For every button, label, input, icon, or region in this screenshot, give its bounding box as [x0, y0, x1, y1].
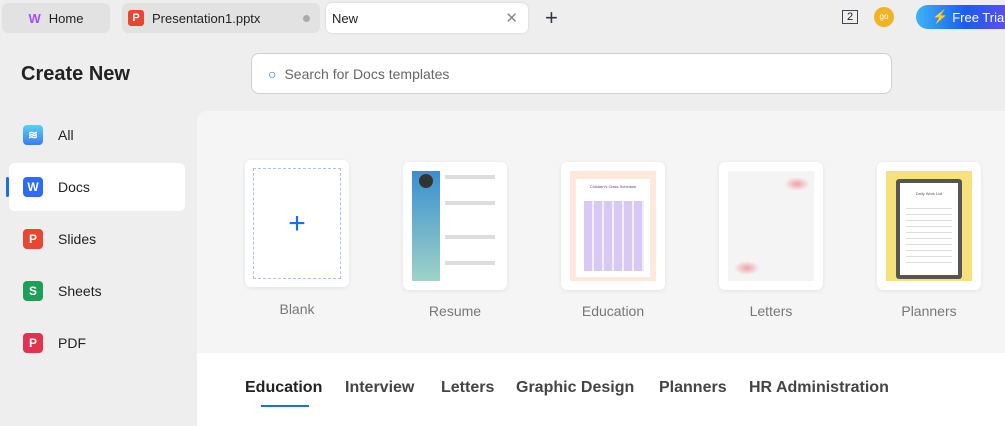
category-tab-interview[interactable]: Interview — [345, 379, 414, 397]
template-label: Resume — [428, 303, 482, 319]
sidebar-item-sheets[interactable]: S Sheets — [9, 267, 185, 315]
search-icon: ○ — [268, 65, 277, 82]
search-input[interactable]: ○ Search for Docs templates — [251, 53, 892, 94]
template-education[interactable]: Children's Class Schedule — [561, 162, 665, 290]
selected-indicator — [6, 177, 9, 197]
page-title: Create New — [21, 63, 130, 85]
tab-presentation[interactable]: P Presentation1.pptx — [122, 3, 320, 33]
tab-label: Home — [48, 10, 84, 26]
lightning-icon: ⚡ — [932, 9, 949, 24]
sidebar-item-all[interactable]: ≋ All — [9, 111, 185, 159]
unsaved-dot-icon — [303, 14, 310, 22]
active-tab-underline — [261, 405, 309, 407]
template-resume[interactable] — [403, 162, 507, 290]
category-tab-education[interactable]: Education — [245, 379, 322, 397]
sheets-icon: S — [23, 281, 43, 301]
template-blank[interactable]: + — [245, 160, 349, 287]
planners-thumbnail: Daily Work List — [886, 171, 972, 281]
category-tab-graphic-design[interactable]: Graphic Design — [516, 379, 634, 397]
template-label: Blank — [279, 301, 315, 317]
layers-icon: ≋ — [23, 125, 43, 145]
close-icon[interactable]: ✕ — [505, 9, 518, 27]
category-tab-hr-administration[interactable]: HR Administration — [749, 379, 889, 397]
template-letters[interactable] — [719, 162, 823, 290]
template-label: Education — [581, 303, 645, 319]
category-tab-planners[interactable]: Planners — [659, 379, 727, 397]
sidebar-item-docs[interactable]: W Docs — [6, 163, 185, 211]
tab-label: Presentation1.pptx — [152, 10, 261, 26]
plus-icon: + — [253, 168, 341, 279]
category-tabs: Education Interview Letters Graphic Desi… — [197, 353, 1005, 426]
slides-file-icon: P — [128, 10, 144, 26]
template-label: Planners — [901, 303, 957, 319]
sidebar-item-slides[interactable]: P Slides — [9, 215, 185, 263]
letters-thumbnail — [728, 171, 814, 281]
tab-new[interactable]: New ✕ — [326, 3, 528, 33]
avatar[interactable]: go — [874, 7, 894, 27]
slides-icon: P — [23, 229, 43, 249]
wps-logo-icon: W — [28, 10, 41, 26]
template-label: Letters — [749, 303, 793, 319]
sidebar-item-pdf[interactable]: P PDF — [9, 319, 185, 367]
tab-home[interactable]: W Home — [2, 3, 110, 33]
window-count-icon[interactable]: 2 — [842, 10, 858, 24]
education-thumbnail: Children's Class Schedule — [570, 171, 656, 281]
template-planners[interactable]: Daily Work List — [877, 162, 981, 290]
free-trial-button[interactable]: ⚡ Free Trial — [916, 5, 1005, 29]
tab-label: New — [332, 10, 359, 26]
docs-icon: W — [23, 177, 43, 197]
resume-thumbnail — [412, 171, 498, 281]
new-tab-button[interactable]: + — [545, 5, 558, 31]
main-panel: + Blank Resume Children's Class Schedule… — [197, 111, 1005, 426]
category-tab-letters[interactable]: Letters — [441, 379, 494, 397]
pdf-icon: P — [23, 333, 43, 353]
